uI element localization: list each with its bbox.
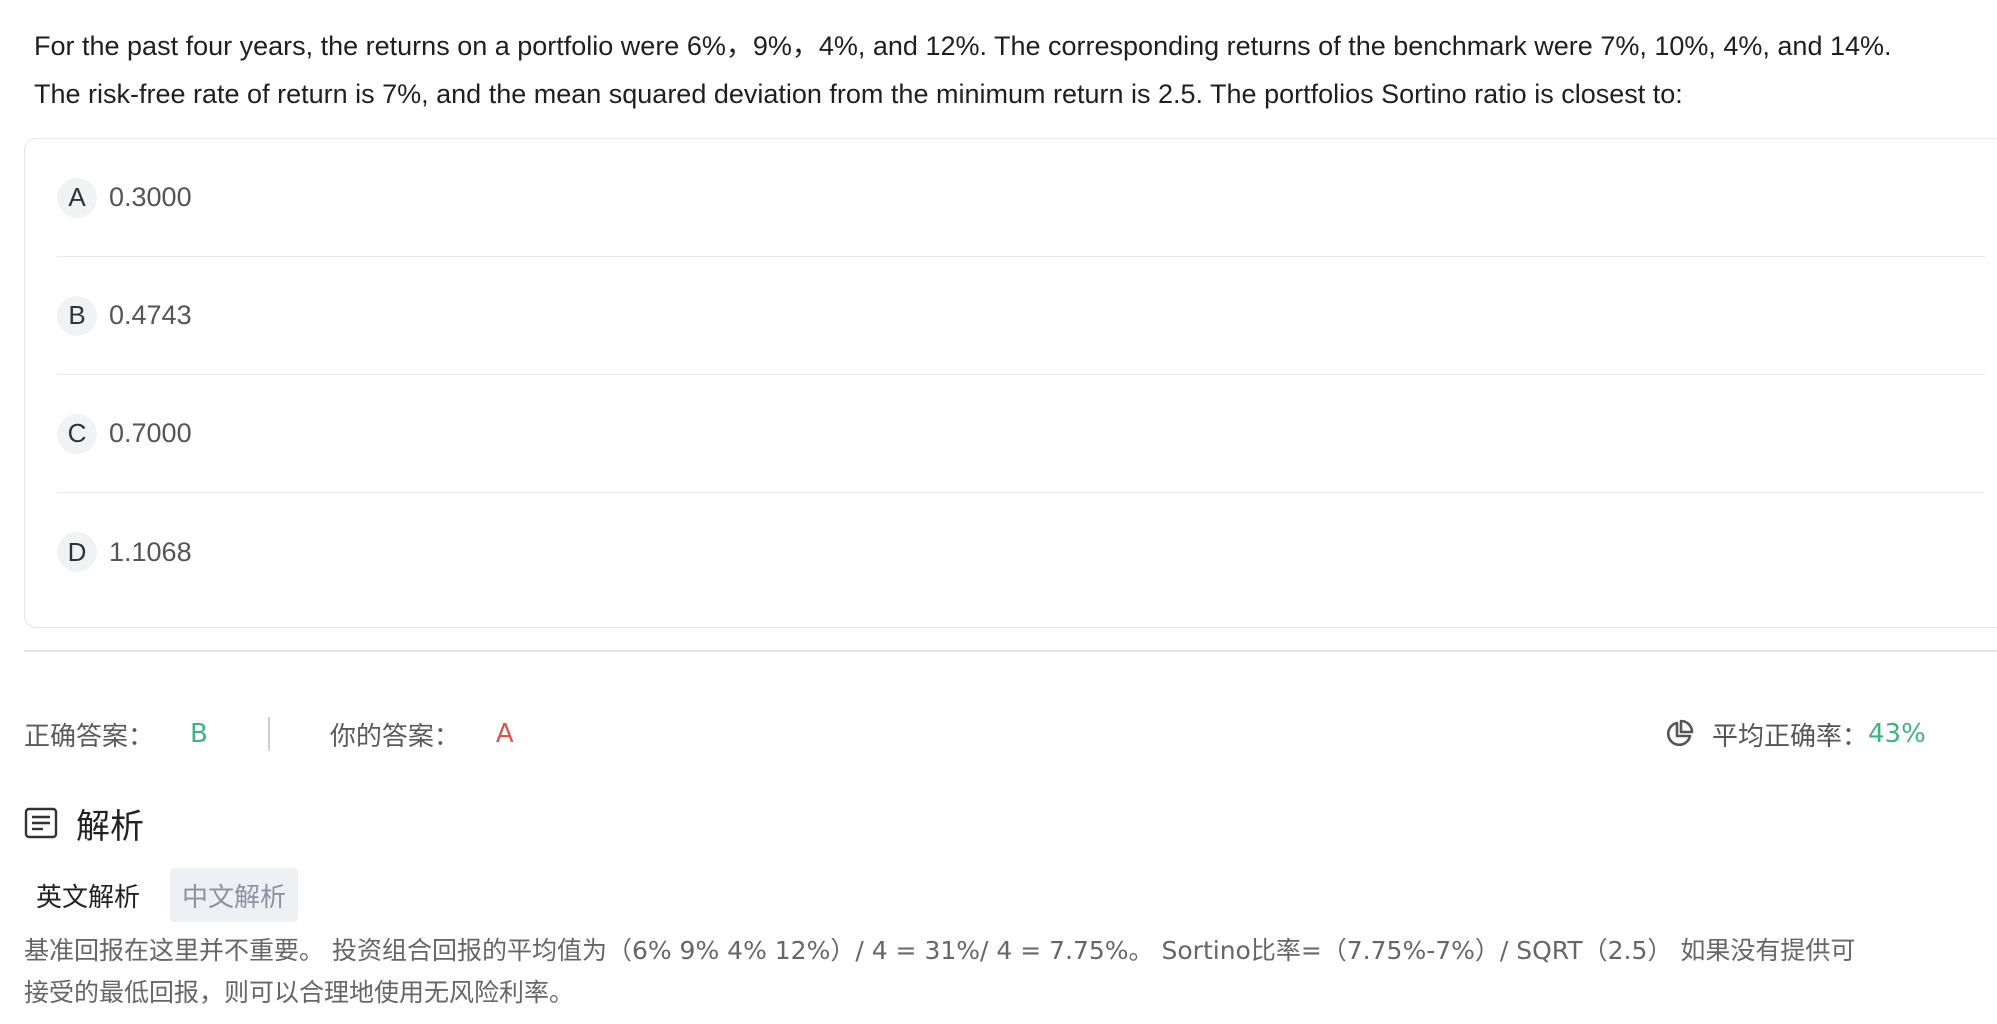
option-c[interactable]: C 0.7000 bbox=[57, 375, 1985, 493]
option-value: 1.1068 bbox=[109, 536, 192, 567]
your-answer-label: 你的答案： bbox=[329, 721, 460, 752]
tab-english-analysis[interactable]: 英文解析 bbox=[24, 868, 152, 922]
option-letter: B bbox=[57, 295, 97, 336]
pie-chart-icon bbox=[1666, 719, 1694, 747]
analysis-language-tabs: 英文解析 中文解析 bbox=[24, 868, 299, 922]
tab-chinese-analysis[interactable]: 中文解析 bbox=[170, 868, 299, 922]
option-d[interactable]: D 1.1068 bbox=[57, 493, 1985, 611]
option-value: 0.3000 bbox=[109, 182, 192, 212]
analysis-header: 解析 bbox=[24, 798, 144, 848]
option-a[interactable]: A 0.3000 bbox=[57, 139, 1985, 257]
your-answer-value: A bbox=[495, 719, 514, 749]
document-lines-icon bbox=[24, 807, 58, 839]
analysis-line-1: 基准回报在这里并不重要。 投资组合回报的平均值为（6% 9% 4% 12%）/ … bbox=[24, 936, 1856, 965]
analysis-content: 基准回报在这里并不重要。 投资组合回报的平均值为（6% 9% 4% 12%）/ … bbox=[24, 930, 1997, 1014]
analysis-line-2: 接受的最低回报，则可以合理地使用无风险利率。 bbox=[24, 978, 575, 1007]
correct-answer-value: B bbox=[190, 719, 208, 749]
option-value: 0.4743 bbox=[109, 300, 192, 330]
section-divider bbox=[24, 650, 1997, 652]
option-letter: A bbox=[57, 177, 97, 218]
question-line-2: The risk-free rate of return is 7%, and … bbox=[34, 79, 1683, 109]
accuracy-value: 43% bbox=[1868, 719, 1926, 749]
option-b[interactable]: B 0.4743 bbox=[57, 257, 1985, 375]
question-line-1: For the past four years, the returns on … bbox=[34, 31, 1892, 61]
average-accuracy: 平均正确率： 43% bbox=[1664, 712, 1926, 756]
option-letter: D bbox=[57, 532, 97, 572]
question-text: For the past four years, the returns on … bbox=[34, 22, 1984, 118]
accuracy-label: 平均正确率： bbox=[1712, 721, 1869, 752]
option-value: 0.7000 bbox=[109, 418, 192, 448]
option-letter: C bbox=[57, 413, 97, 454]
correct-answer-label: 正确答案： bbox=[24, 721, 155, 752]
analysis-title: 解析 bbox=[76, 806, 144, 847]
answer-separator bbox=[267, 717, 270, 751]
options-list: A 0.3000 B 0.4743 C 0.7000 D 1.1068 bbox=[24, 138, 1997, 628]
